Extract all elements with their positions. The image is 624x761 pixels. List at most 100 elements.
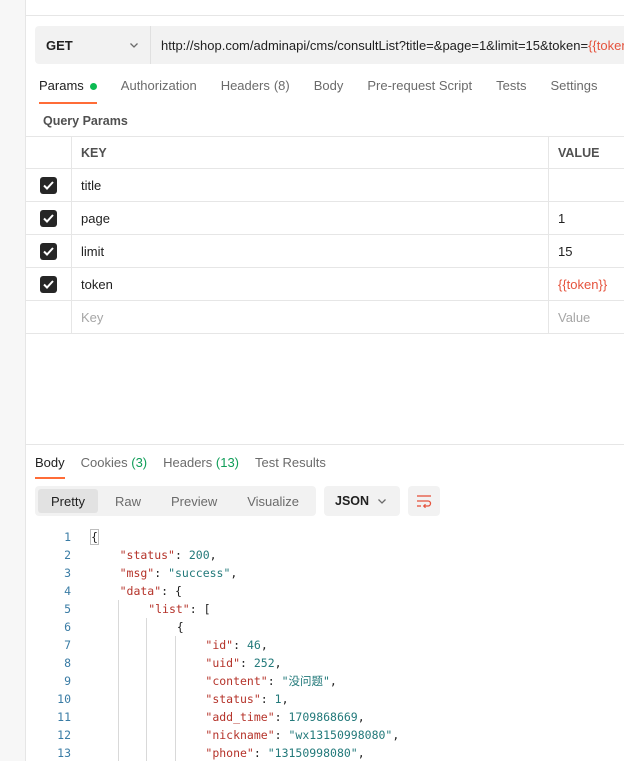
json-string: "没问题" xyxy=(281,674,330,688)
indent-guide xyxy=(174,726,176,744)
tab-label: Headers xyxy=(220,78,270,93)
line-number: 10 xyxy=(57,692,71,706)
new-key-input[interactable]: Key xyxy=(72,301,549,333)
view-raw-button[interactable]: Raw xyxy=(102,489,154,513)
code-line: 4 "data": { xyxy=(26,582,624,600)
new-value-input[interactable]: Value xyxy=(549,301,624,333)
param-value[interactable]: 1 xyxy=(549,202,624,234)
json-punct: , xyxy=(209,548,217,562)
tab-label: Authorization xyxy=(120,78,197,93)
json-punct: : [ xyxy=(189,602,211,616)
code-text: "msg": "success", xyxy=(120,566,238,580)
param-value[interactable]: {{token}} xyxy=(549,268,624,300)
chevron-down-icon xyxy=(378,499,386,504)
code-text: "list": [ xyxy=(148,602,210,616)
tab-cookies[interactable]: Cookies (3) xyxy=(81,455,147,479)
tab-label: Body xyxy=(35,455,65,470)
request-url-bar: GET http://shop.com/adminapi/cms/consult… xyxy=(35,26,624,64)
tab-response-headers[interactable]: Headers (13) xyxy=(163,455,239,479)
indent-guide xyxy=(174,690,176,708)
tab-test-results[interactable]: Test Results xyxy=(255,455,326,479)
method-label: GET xyxy=(46,37,73,53)
param-key[interactable]: limit xyxy=(72,235,549,267)
tab-params[interactable]: Params xyxy=(39,78,97,104)
wrap-lines-button[interactable] xyxy=(408,486,440,516)
tab-headers[interactable]: Headers (8) xyxy=(221,78,290,104)
json-punct: : xyxy=(267,674,282,688)
code-line: 9 "content": "没问题", xyxy=(26,672,624,690)
code-text: "add_time": 1709868669, xyxy=(205,710,364,724)
tab-label: Body xyxy=(313,78,344,93)
indent-guide xyxy=(117,744,119,761)
tab-response-body[interactable]: Body xyxy=(35,455,65,479)
code-line: 8 "uid": 252, xyxy=(26,654,624,672)
chevron-down-icon xyxy=(130,43,138,48)
indent-guide xyxy=(174,744,176,761)
indent-guide xyxy=(146,708,148,726)
top-tab-strip xyxy=(26,0,624,16)
method-select[interactable]: GET xyxy=(35,26,151,64)
indent-guide xyxy=(146,654,148,672)
tab-body[interactable]: Body xyxy=(314,78,344,104)
code-text: "status": 1, xyxy=(205,692,288,706)
view-preview-button[interactable]: Preview xyxy=(158,489,230,513)
code-text: "data": { xyxy=(120,584,182,598)
code-text: "nickname": "wx13150998080", xyxy=(205,728,399,742)
view-visualize-button[interactable]: Visualize xyxy=(234,489,312,513)
view-mode-selector: Pretty Raw Preview Visualize xyxy=(35,486,316,516)
json-punct: { xyxy=(90,529,99,545)
format-select[interactable]: JSON xyxy=(324,486,400,516)
tab-settings[interactable]: Settings xyxy=(550,78,597,104)
tab-tests[interactable]: Tests xyxy=(496,78,526,104)
tab-count: (13) xyxy=(215,455,240,470)
param-key[interactable]: page xyxy=(72,202,549,234)
code-line: 3 "msg": "success", xyxy=(26,564,624,582)
pane-divider[interactable] xyxy=(26,444,624,445)
check-icon xyxy=(43,246,54,256)
indent-guide xyxy=(117,636,119,654)
json-number: 1709868669 xyxy=(288,710,358,724)
line-number: 8 xyxy=(64,656,71,670)
url-text: http://shop.com/adminapi/cms/consultList… xyxy=(161,37,589,53)
json-punct: , xyxy=(357,710,365,724)
json-string: "wx13150998080" xyxy=(288,728,393,742)
json-punct: , xyxy=(392,728,400,742)
indent-guide xyxy=(174,636,176,654)
tab-authorization[interactable]: Authorization xyxy=(121,78,197,104)
tab-label: Tests xyxy=(496,78,527,93)
tab-pre-request-script[interactable]: Pre-request Script xyxy=(367,78,472,104)
line-number: 2 xyxy=(64,548,71,562)
indent-guide xyxy=(117,654,119,672)
url-input[interactable]: http://shop.com/adminapi/cms/consultList… xyxy=(151,38,624,53)
view-pretty-button[interactable]: Pretty xyxy=(38,489,98,513)
param-key[interactable]: token xyxy=(72,268,549,300)
line-number: 4 xyxy=(64,584,71,598)
param-key[interactable]: title xyxy=(72,169,549,201)
row-checkbox[interactable] xyxy=(40,176,57,194)
json-punct: , xyxy=(329,674,337,688)
row-checkbox[interactable] xyxy=(40,209,57,227)
line-number: 3 xyxy=(64,566,71,580)
indent-guide xyxy=(146,726,148,744)
tab-label: Pre-request Script xyxy=(367,78,473,93)
table-row: limit 15 xyxy=(26,235,624,268)
json-punct: : xyxy=(174,548,189,562)
json-number: 46 xyxy=(246,638,261,652)
indent-guide xyxy=(146,636,148,654)
json-punct: : { xyxy=(161,584,182,598)
column-header-value: VALUE xyxy=(558,145,600,160)
code-line: 10 "status": 1, xyxy=(26,690,624,708)
json-punct: : xyxy=(233,638,247,652)
json-punct: : xyxy=(274,710,289,724)
json-punct: , xyxy=(357,746,365,760)
response-body-viewer[interactable]: 1{2 "status": 200, 3 "msg": "success", 4 "dat… xyxy=(26,528,624,761)
json-punct: : xyxy=(253,746,268,760)
param-value[interactable]: 15 xyxy=(549,235,624,267)
json-number: 1 xyxy=(274,692,282,706)
row-checkbox[interactable] xyxy=(40,242,57,260)
param-value[interactable] xyxy=(549,169,624,201)
json-punct: : xyxy=(240,656,254,670)
response-tabs: Body Cookies (3) Headers (13) Test Resul… xyxy=(35,455,342,479)
tab-label: Settings xyxy=(550,78,598,93)
row-checkbox[interactable] xyxy=(40,275,57,293)
